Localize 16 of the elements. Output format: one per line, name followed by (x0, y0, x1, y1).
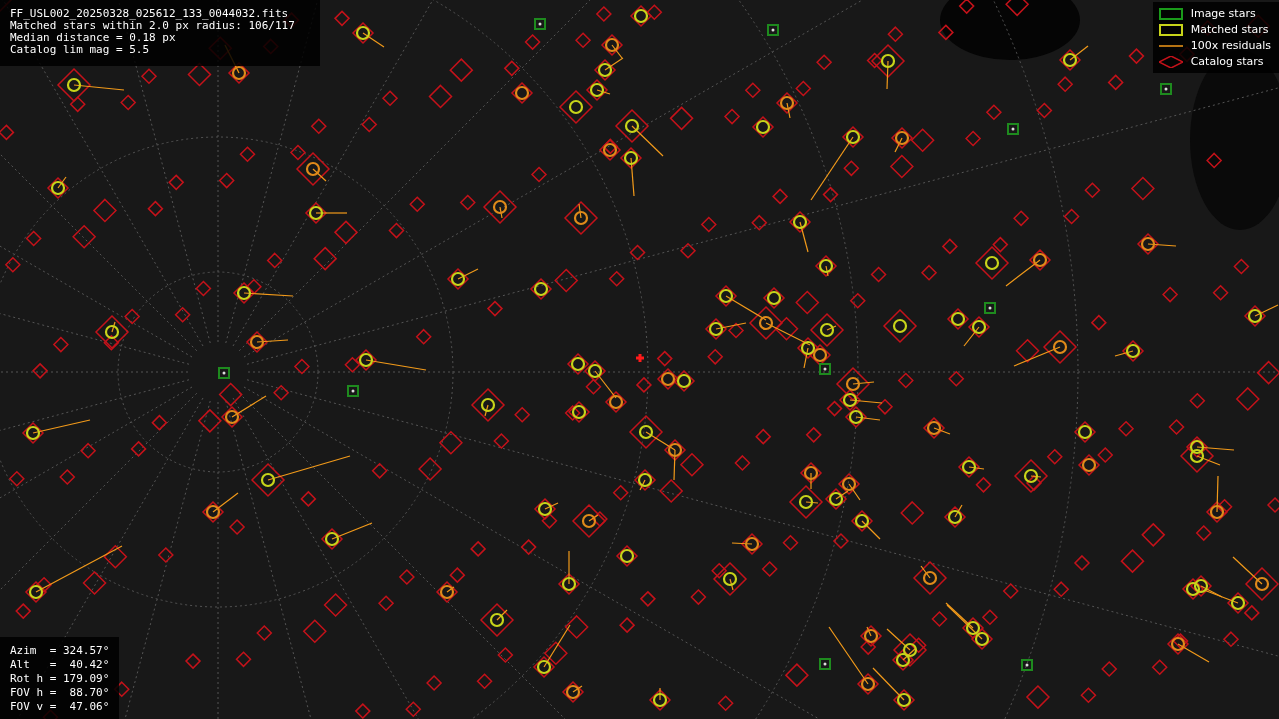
swatch-icon (1158, 7, 1183, 20)
legend-label: 100x residuals (1190, 39, 1271, 52)
swatch-icon (1158, 23, 1183, 36)
pointing-line: Azim = 324.57° (10, 645, 110, 657)
pointing-line: FOV h = 88.70° (10, 687, 110, 699)
pointing-line: Alt = 40.42° (10, 659, 110, 671)
diamond-icon (1158, 55, 1183, 68)
pointing-line: FOV v = 47.06° (10, 701, 110, 713)
info-line: FF_USL002_20250328_025612_133_0044032.fits (10, 8, 290, 20)
legend-label: Catalog stars (1190, 55, 1264, 68)
legend-label: Matched stars (1190, 23, 1269, 36)
info-line: Catalog lim mag = 5.5 (10, 44, 151, 56)
legend-label: Image stars (1190, 7, 1256, 20)
info-line: Median distance = 0.18 px (10, 32, 177, 44)
info-line: Matched stars within 2.0 px radius: 106/117 (10, 20, 296, 32)
pointing-line: Rot h = 179.09° (10, 673, 110, 685)
